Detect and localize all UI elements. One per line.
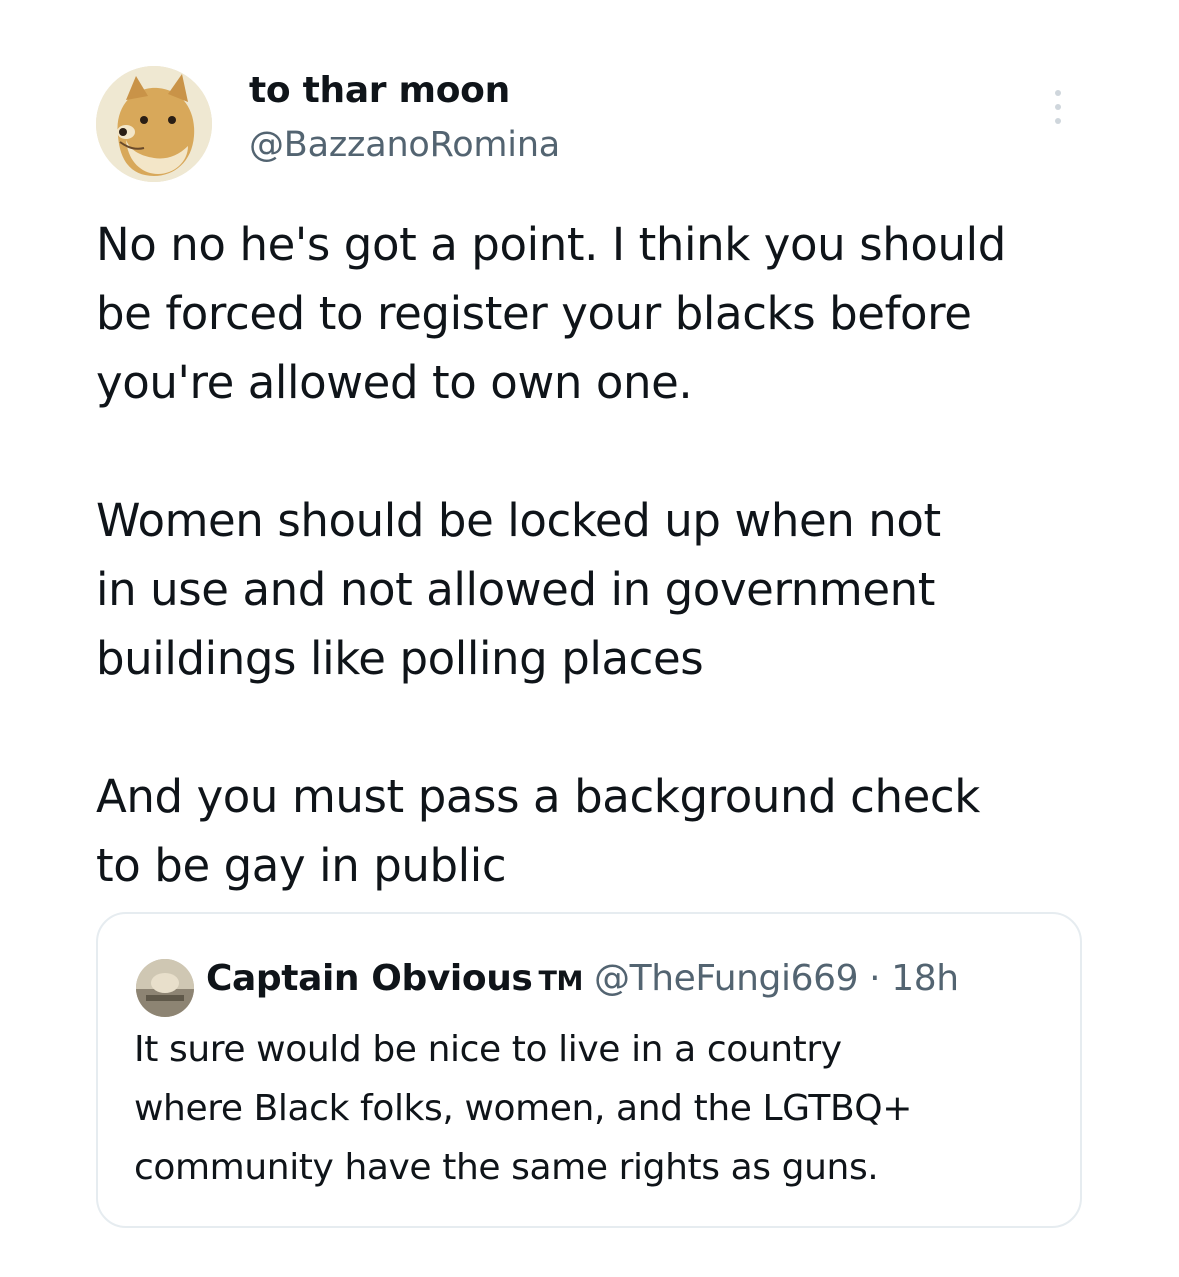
more-vertical-icon[interactable] bbox=[1048, 90, 1068, 136]
tweet-line: No no he's got a point. I think you shou… bbox=[96, 218, 1006, 271]
quote-separator: · bbox=[869, 958, 881, 999]
tweet-line: be forced to register your blacks before bbox=[96, 287, 972, 340]
tweet-line: to be gay in public bbox=[96, 839, 507, 892]
quoted-tweet-card[interactable]: Captain Obvious TM @TheFungi669 · 18h It … bbox=[96, 912, 1082, 1228]
quote-author-avatar[interactable] bbox=[136, 959, 194, 1017]
doge-avatar-icon bbox=[96, 66, 212, 182]
quote-line: It sure would be nice to live in a count… bbox=[134, 1029, 842, 1070]
quote-line: where Black folks, women, and the LGTBQ+ bbox=[134, 1088, 912, 1129]
tweet-line: you're allowed to own one. bbox=[96, 356, 693, 409]
quote-line: community have the same rights as guns. bbox=[134, 1147, 879, 1188]
quote-avatar-icon bbox=[136, 959, 194, 1017]
tweet-line: in use and not allowed in government bbox=[96, 563, 935, 616]
tweet-line: And you must pass a background check bbox=[96, 770, 980, 823]
quote-text: It sure would be nice to live in a count… bbox=[134, 1020, 912, 1197]
quote-header: Captain Obvious TM @TheFungi669 · 18h bbox=[206, 958, 959, 999]
author-name[interactable]: to thar moon bbox=[249, 70, 510, 111]
quote-author-name[interactable]: Captain Obvious bbox=[206, 958, 533, 999]
quote-timestamp[interactable]: 18h bbox=[891, 958, 959, 999]
tweet-line: buildings like polling places bbox=[96, 632, 704, 685]
quote-author-handle[interactable]: @TheFungi669 bbox=[594, 958, 858, 999]
tweet-text: No no he's got a point. I think you shou… bbox=[96, 210, 1116, 900]
author-handle[interactable]: @BazzanoRomina bbox=[249, 125, 560, 165]
quote-author-suffix: TM bbox=[538, 966, 583, 997]
author-avatar[interactable] bbox=[96, 66, 212, 182]
tweet-line: Women should be locked up when not bbox=[96, 494, 941, 547]
tweet: to thar moon @BazzanoRomina No no he's g… bbox=[0, 0, 1179, 1277]
